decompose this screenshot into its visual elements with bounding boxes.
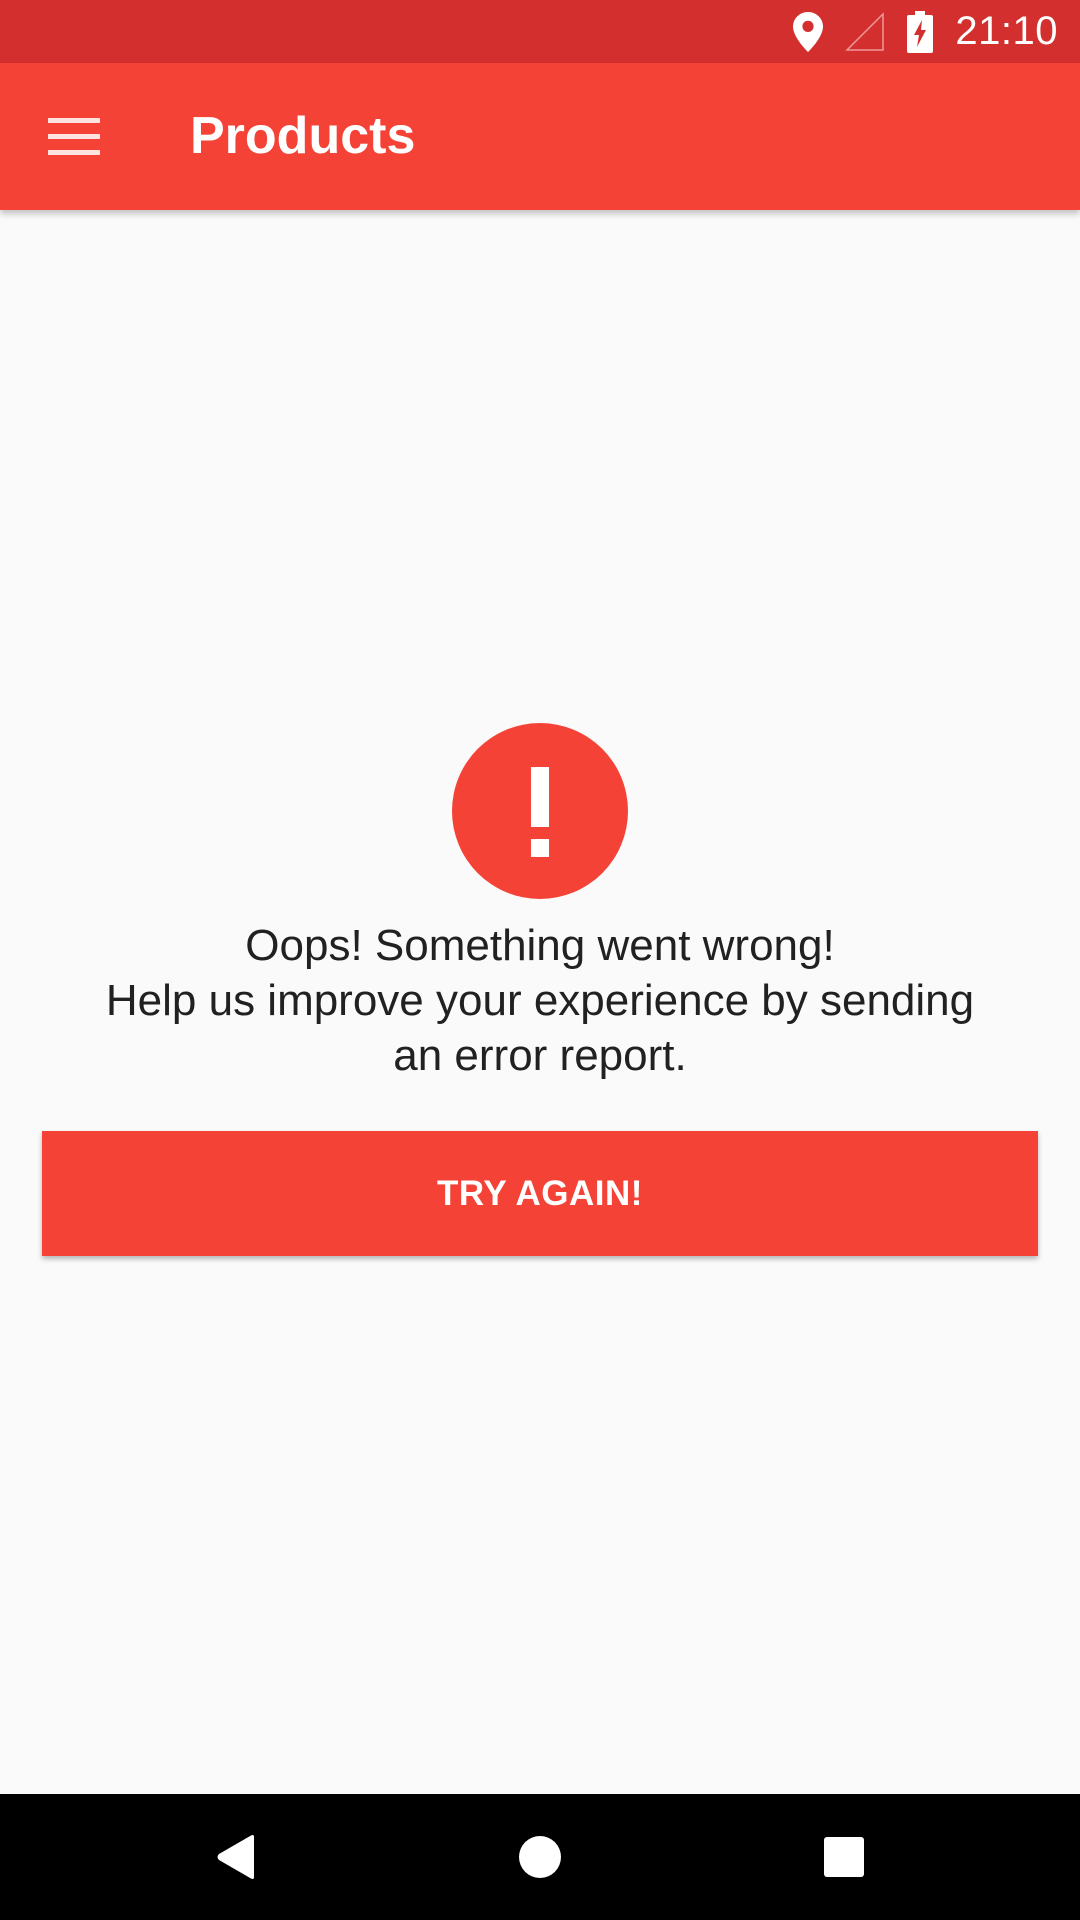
error-message-line: Help us improve your experience by sendi… xyxy=(105,976,975,1025)
navigation-bar xyxy=(0,1794,1080,1920)
battery-charging-icon xyxy=(907,10,934,53)
error-message: Oops! Something went wrong! Help us impr… xyxy=(40,918,1040,1083)
status-clock: 21:10 xyxy=(955,9,1058,53)
error-content: Oops! Something went wrong! Help us impr… xyxy=(0,210,1080,1794)
hamburger-menu-icon[interactable] xyxy=(24,87,124,187)
error-exclamation-icon xyxy=(452,723,628,899)
back-icon[interactable] xyxy=(166,1794,306,1920)
page-title: Products xyxy=(190,107,416,165)
home-icon[interactable] xyxy=(470,1794,610,1920)
recents-icon[interactable] xyxy=(774,1794,914,1920)
error-message-line: Oops! Something went wrong! xyxy=(245,921,835,970)
try-again-button[interactable]: TRY AGAIN! xyxy=(42,1131,1038,1256)
status-bar: 21:10 xyxy=(0,0,1080,63)
app-bar: Products xyxy=(0,63,1080,210)
error-message-line: an error report. xyxy=(393,1031,687,1080)
location-icon xyxy=(793,11,824,52)
signal-icon xyxy=(845,11,885,52)
